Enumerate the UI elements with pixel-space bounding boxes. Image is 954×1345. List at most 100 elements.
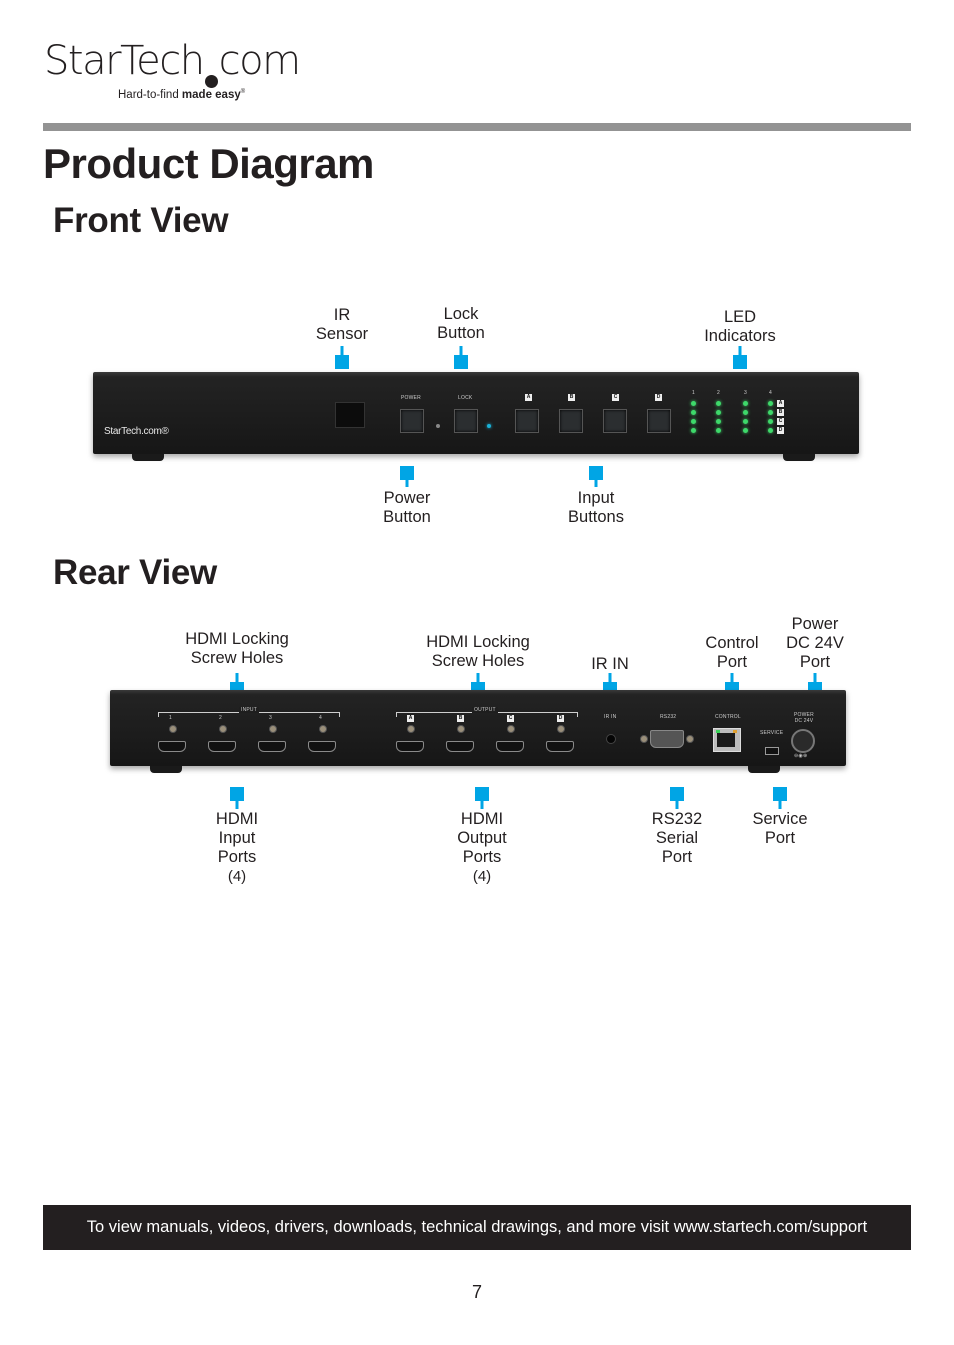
led-indicator — [743, 419, 748, 424]
power-dc-label: POWER DC 24V — [794, 712, 814, 724]
rs232-screw — [686, 735, 694, 743]
led-indicator — [743, 428, 748, 433]
led-row-label: D — [777, 427, 784, 434]
callout-line: Port — [661, 848, 693, 866]
callout-line: Serial — [655, 829, 699, 847]
led-column-label: 3 — [744, 390, 747, 396]
front-view-heading: Front View — [53, 201, 229, 240]
callout-hdmi-output-ports: HDMI Output Ports (4) — [457, 810, 507, 886]
hdmi-input-port[interactable] — [308, 741, 336, 752]
led-indicator — [716, 419, 721, 424]
led-indicator — [716, 410, 721, 415]
callout-line: Power — [383, 489, 431, 507]
output-group-label: OUTPUT — [472, 707, 498, 713]
callout-line: Sensor — [315, 325, 369, 343]
input-port-label: 4 — [319, 715, 322, 721]
hdmi-locking-screw-hole — [457, 725, 465, 733]
tagline-bold: made easy — [181, 89, 241, 101]
callout-marker-icon — [475, 787, 489, 801]
hdmi-input-port[interactable] — [208, 741, 236, 752]
callout-line: Service — [752, 810, 808, 828]
callout-marker-icon — [773, 787, 787, 801]
input-port-label: 1 — [169, 715, 172, 721]
led-indicator — [716, 401, 721, 406]
callout-line: Screw Holes — [431, 652, 525, 670]
hdmi-output-port[interactable] — [396, 741, 424, 752]
led-indicator — [768, 401, 773, 406]
rear-view-heading: Rear View — [53, 553, 217, 592]
callout-stem — [778, 800, 782, 809]
ir-in-label: IR IN — [604, 714, 617, 720]
power-dc-jack[interactable] — [791, 729, 815, 753]
service-usb-port[interactable] — [765, 747, 779, 755]
callout-line: LED — [723, 308, 757, 326]
input-button-a[interactable] — [515, 409, 539, 433]
callout-line: Lock — [443, 305, 479, 323]
hdmi-output-port[interactable] — [546, 741, 574, 752]
callout-line: Buttons — [568, 508, 624, 526]
led-indicator — [691, 410, 696, 415]
lock-button[interactable] — [454, 409, 478, 433]
input-group-label: INPUT — [239, 707, 259, 713]
hdmi-locking-screw-hole — [507, 725, 515, 733]
callout-marker-icon — [400, 466, 414, 480]
callout-marker-icon — [454, 355, 468, 369]
callout-control-port: Control Port — [705, 634, 758, 672]
power-button[interactable] — [400, 409, 424, 433]
callout-stem — [594, 479, 598, 487]
output-port-label: D — [557, 715, 564, 722]
rs232-port[interactable] — [650, 730, 684, 748]
rj45-activity-led — [733, 730, 737, 733]
led-indicator — [743, 410, 748, 415]
polarity-symbol-icon: ⊖◉⊕ — [794, 753, 808, 759]
callout-ir-sensor: IR Sensor — [316, 306, 368, 344]
led-indicator — [768, 428, 773, 433]
callout-line: HDMI Locking — [426, 633, 530, 651]
input-button-b[interactable] — [559, 409, 583, 433]
callout-marker-icon — [335, 355, 349, 369]
rear-panel-device: INPUT OUTPUT 1 2 3 4 A B C D IR IN RS232 CONTRO… — [110, 690, 846, 766]
led-indicator — [768, 410, 773, 415]
support-footer-bar: To view manuals, videos, drivers, downlo… — [43, 1205, 911, 1250]
hdmi-input-port[interactable] — [158, 741, 186, 752]
header-rule — [43, 123, 911, 131]
input-button-c[interactable] — [603, 409, 627, 433]
callout-service-port: Service Port — [752, 810, 807, 848]
device-foot — [783, 454, 815, 461]
callout-line: Output — [457, 829, 507, 847]
control-rj45-port[interactable] — [713, 728, 741, 752]
callout-lock-button: Lock Button — [437, 305, 485, 343]
callout-stem — [480, 800, 484, 809]
callout-line: Button — [437, 324, 485, 342]
ir-in-jack[interactable] — [606, 734, 616, 744]
hdmi-output-port[interactable] — [496, 741, 524, 752]
callout-hdmi-input-ports: HDMI Input Ports (4) — [216, 810, 258, 886]
led-indicator — [691, 419, 696, 424]
led-row-label: C — [777, 418, 784, 425]
power-label-line: DC 24V — [794, 718, 814, 724]
callout-line: Port — [764, 829, 796, 847]
rs232-screw — [640, 735, 648, 743]
hdmi-input-port[interactable] — [258, 741, 286, 752]
led-row-label: B — [777, 409, 784, 416]
callout-line: Power — [791, 615, 839, 633]
callout-marker-icon — [670, 787, 684, 801]
input-b-label: B — [568, 394, 575, 401]
callout-hdmi-screw-holes-output: HDMI Locking Screw Holes — [426, 633, 530, 671]
callout-ir-in: IR IN — [591, 655, 629, 674]
input-port-label: 3 — [269, 715, 272, 721]
output-port-label: C — [507, 715, 514, 722]
callout-line: HDMI — [460, 810, 504, 828]
callout-count: (4) — [472, 868, 492, 885]
power-label: POWER — [401, 395, 421, 401]
device-logo: StarTech.com® — [104, 426, 169, 437]
callout-line: Button — [383, 508, 431, 526]
hdmi-output-port[interactable] — [446, 741, 474, 752]
callout-marker-icon — [589, 466, 603, 480]
led-row-label: A — [777, 400, 784, 407]
input-button-d[interactable] — [647, 409, 671, 433]
device-foot — [150, 766, 182, 773]
power-led — [436, 424, 440, 428]
led-indicator — [691, 401, 696, 406]
led-column-label: 1 — [692, 390, 695, 396]
